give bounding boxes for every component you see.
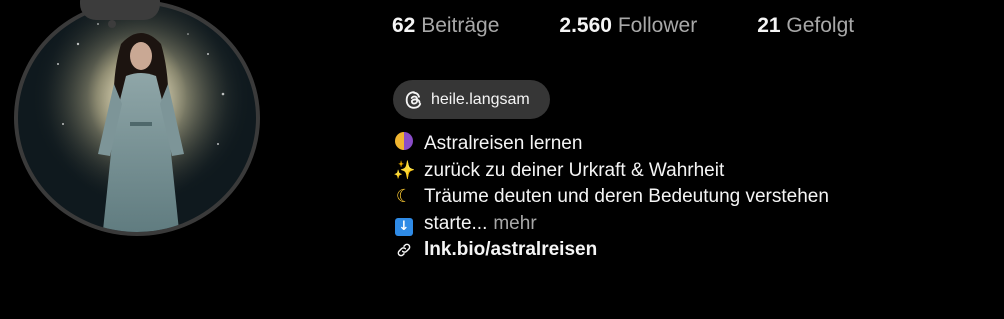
profile-header: 62 Beiträge 2.560 Follower 21 Gefolgt he… (0, 0, 1004, 319)
stat-followers[interactable]: 2.560 Follower (559, 14, 697, 38)
note-bubble[interactable] (80, 0, 160, 20)
bio: Astralreisen lernen ✨ zurück zu deiner U… (393, 131, 829, 264)
note-bubble-tail (108, 20, 116, 28)
threads-badge[interactable]: heile.langsam (393, 80, 550, 119)
stat-following[interactable]: 21 Gefolgt (757, 14, 854, 38)
followers-label: Follower (617, 14, 698, 37)
crescent-moon-icon: ☾ (395, 186, 413, 207)
bio-text: starte... (424, 212, 488, 234)
threads-handle: heile.langsam (431, 90, 530, 108)
bio-line: ✨ zurück zu deiner Urkraft & Wahrheit (393, 158, 829, 185)
down-arrow-icon: ↓ (393, 211, 415, 238)
following-label: Gefolgt (786, 14, 855, 37)
profile-stats: 62 Beiträge 2.560 Follower 21 Gefolgt (392, 14, 914, 38)
bio-line: ↓ starte... mehr (393, 211, 829, 238)
bio-line: Astralreisen lernen (393, 131, 829, 158)
following-count: 21 (757, 14, 781, 37)
posts-label: Beiträge (421, 14, 500, 37)
profile-avatar[interactable] (14, 0, 260, 236)
bio-text: Astralreisen lernen (424, 133, 583, 154)
stat-posts[interactable]: 62 Beiträge (392, 14, 499, 38)
bio-text: Träume deuten und deren Bedeutung verste… (424, 186, 829, 207)
followers-count: 2.560 (559, 14, 612, 37)
more-link[interactable]: mehr (493, 211, 536, 238)
sparkles-icon: ✨ (393, 159, 416, 181)
bio-line: ☾ Träume deuten und deren Bedeutung vers… (393, 184, 829, 211)
threads-icon (403, 89, 425, 111)
bio-link-text[interactable]: lnk.bio/astralreisen (424, 237, 597, 264)
bio-link[interactable]: lnk.bio/astralreisen (393, 237, 829, 264)
posts-count: 62 (392, 14, 416, 37)
half-moon-icon (393, 131, 415, 158)
link-icon (393, 242, 415, 258)
bio-text: zurück zu deiner Urkraft & Wahrheit (424, 159, 725, 181)
avatar-image (18, 4, 256, 232)
